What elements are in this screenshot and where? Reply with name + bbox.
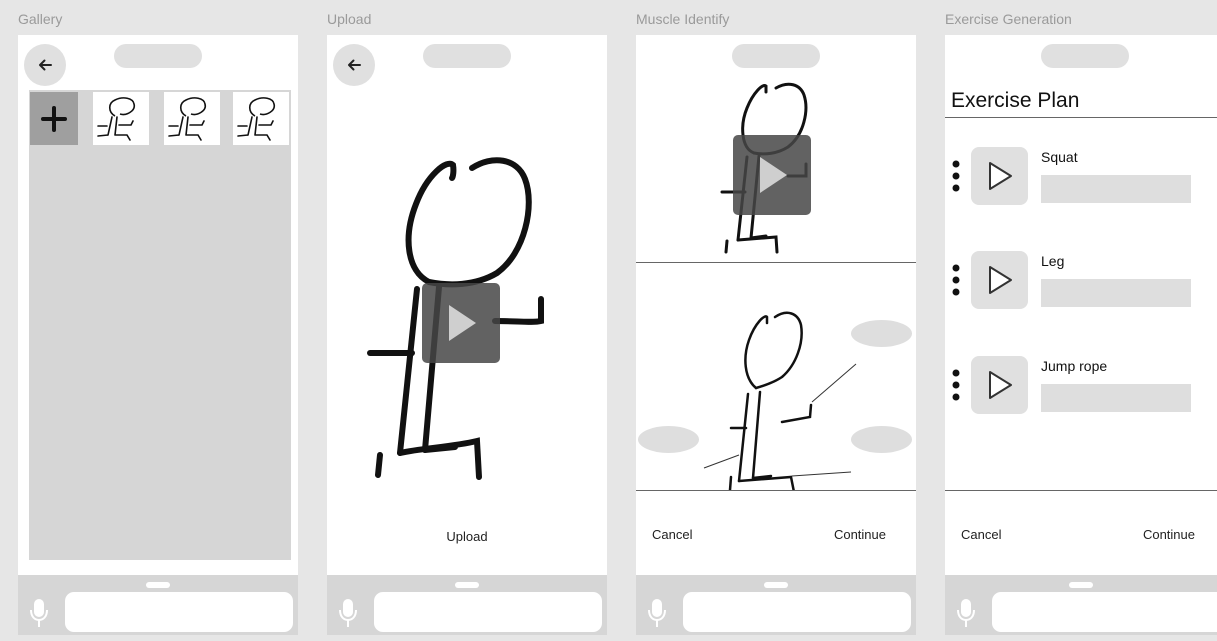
frame-label-exercise-generation: Exercise Generation xyxy=(945,11,1072,27)
play-icon xyxy=(989,266,1012,294)
gallery-thumbnail[interactable] xyxy=(164,92,220,145)
play-icon xyxy=(989,371,1012,399)
upload-button[interactable]: Upload xyxy=(327,529,607,544)
muscle-annotation-figure xyxy=(703,311,857,490)
section-divider xyxy=(945,490,1217,491)
gallery-thumbnail[interactable] xyxy=(233,92,289,145)
exercise-item: Leg xyxy=(945,251,1217,311)
upload-screen: Upload xyxy=(327,35,607,635)
exercise-video-thumbnail[interactable] xyxy=(971,251,1028,309)
exercise-detail-placeholder xyxy=(1041,175,1191,203)
message-input[interactable] xyxy=(374,592,602,632)
frame-label-gallery: Gallery xyxy=(18,11,63,27)
stick-figure-sketch xyxy=(237,97,276,141)
continue-button[interactable]: Continue xyxy=(1143,527,1195,542)
play-button[interactable] xyxy=(733,135,811,215)
stick-figure-sketch xyxy=(168,97,207,141)
exercise-name: Leg xyxy=(1041,253,1065,269)
section-divider xyxy=(636,262,916,263)
exercise-detail-placeholder xyxy=(1041,384,1191,412)
microphone-icon[interactable] xyxy=(28,597,50,629)
drag-handle[interactable] xyxy=(764,582,788,588)
title-placeholder xyxy=(114,44,202,68)
microphone-icon[interactable] xyxy=(646,597,668,629)
back-button[interactable] xyxy=(24,44,66,86)
frame-label-muscle-identify: Muscle Identify xyxy=(636,11,730,27)
title-placeholder xyxy=(732,44,820,68)
exercise-detail-placeholder xyxy=(1041,279,1191,307)
message-input[interactable] xyxy=(683,592,911,632)
title-placeholder xyxy=(1041,44,1129,68)
exercise-name: Jump rope xyxy=(1041,358,1108,374)
gallery-grid xyxy=(29,90,291,560)
vertical-dots-icon[interactable] xyxy=(951,263,961,299)
back-button[interactable] xyxy=(333,44,375,86)
plus-icon xyxy=(41,106,67,132)
drag-handle[interactable] xyxy=(1069,582,1093,588)
bottom-input-bar xyxy=(327,575,607,635)
message-input[interactable] xyxy=(992,592,1217,632)
muscle-label-bubble[interactable] xyxy=(638,426,699,453)
exercise-item: Jump rope xyxy=(945,356,1217,416)
back-arrow-icon xyxy=(348,59,361,71)
muscle-identify-screen: Cancel Continue xyxy=(636,35,916,635)
exercise-video-thumbnail[interactable] xyxy=(971,147,1028,205)
exercise-generation-screen: Exercise Plan Squat Leg Jump rope Cancel… xyxy=(945,35,1217,635)
gallery-thumbnail[interactable] xyxy=(93,92,149,145)
play-icon xyxy=(760,157,787,193)
microphone-icon[interactable] xyxy=(955,597,977,629)
bottom-input-bar xyxy=(945,575,1217,635)
bottom-input-bar xyxy=(18,575,298,635)
vertical-dots-icon[interactable] xyxy=(951,368,961,404)
drag-handle[interactable] xyxy=(146,582,170,588)
exercise-video-thumbnail[interactable] xyxy=(971,356,1028,414)
vertical-dots-icon[interactable] xyxy=(951,159,961,195)
title-placeholder xyxy=(423,44,511,68)
title-divider xyxy=(945,117,1217,118)
message-input[interactable] xyxy=(65,592,293,632)
continue-button[interactable]: Continue xyxy=(834,527,886,542)
play-icon xyxy=(449,305,476,341)
gallery-screen xyxy=(18,35,298,635)
muscle-label-bubble[interactable] xyxy=(851,426,912,453)
cancel-button[interactable]: Cancel xyxy=(961,527,1001,542)
add-media-button[interactable] xyxy=(30,92,78,145)
play-button[interactable] xyxy=(422,283,500,363)
exercise-item: Squat xyxy=(945,147,1217,207)
muscle-label-bubble[interactable] xyxy=(851,320,912,347)
drag-handle[interactable] xyxy=(455,582,479,588)
stick-figure-sketch xyxy=(97,97,136,141)
microphone-icon[interactable] xyxy=(337,597,359,629)
page-title: Exercise Plan xyxy=(951,89,1080,112)
exercise-name: Squat xyxy=(1041,149,1078,165)
frame-label-upload: Upload xyxy=(327,11,372,27)
play-icon xyxy=(989,162,1012,190)
cancel-button[interactable]: Cancel xyxy=(652,527,692,542)
bottom-input-bar xyxy=(636,575,916,635)
section-divider xyxy=(636,490,916,491)
back-arrow-icon xyxy=(39,59,52,71)
